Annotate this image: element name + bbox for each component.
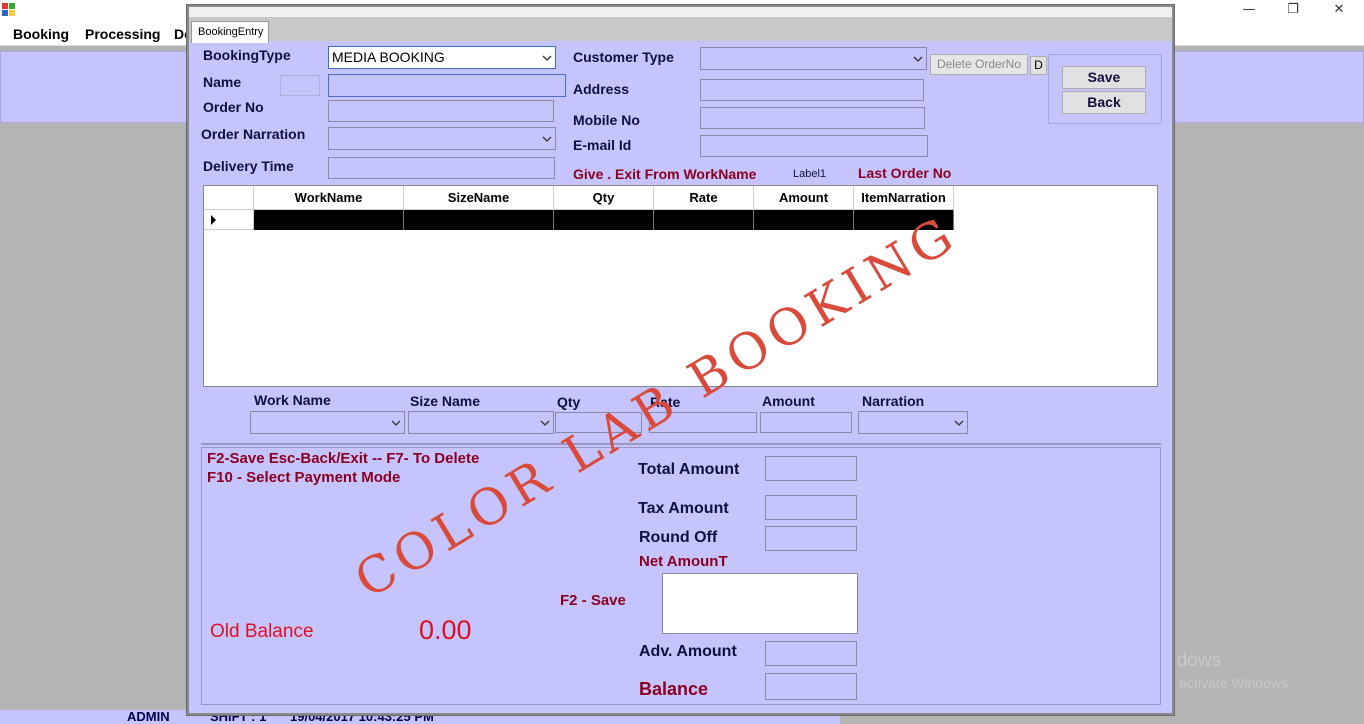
balance-label: Balance	[639, 679, 709, 699]
adv-amount-label: Adv. Amount	[639, 643, 737, 660]
total-amount-field[interactable]	[765, 456, 857, 481]
grid-header-rate[interactable]: Rate	[654, 186, 754, 210]
maximize-button[interactable]: ❐	[1270, 0, 1316, 22]
app-icon	[2, 3, 15, 16]
customer-type-select[interactable]	[700, 47, 927, 70]
order-no-input[interactable]	[328, 100, 554, 122]
grid-header-amount[interactable]: Amount	[754, 186, 854, 210]
shortcut-hint-1: F2-Save Esc-Back/Exit -- F7- To Delete	[207, 450, 480, 467]
chevron-down-icon[interactable]	[386, 412, 404, 433]
close-button[interactable]: ✕	[1316, 0, 1362, 22]
customer-type-label: Customer Type	[573, 49, 674, 65]
booking-type-value: MEDIA BOOKING	[332, 49, 445, 65]
section-divider	[201, 443, 1161, 445]
qty-label: Qty	[557, 394, 581, 410]
give-exit-hint: Give . Exit From WorkName	[573, 166, 757, 182]
round-off-label: Round Off	[639, 529, 718, 546]
mobile-input[interactable]	[700, 107, 925, 129]
order-no-label: Order No	[203, 99, 264, 115]
order-narration-label: Order Narration	[201, 126, 306, 142]
grid-cell[interactable]	[254, 210, 404, 230]
email-label: E-mail Id	[573, 137, 632, 153]
round-off-field[interactable]	[765, 526, 857, 551]
grid-header-workname[interactable]: WorkName	[254, 186, 404, 210]
chevron-down-icon[interactable]	[949, 412, 967, 433]
status-user: ADMIN	[127, 710, 170, 724]
grid-cell[interactable]	[654, 210, 754, 230]
grid-row-header-corner	[204, 186, 254, 210]
delete-order-no-button[interactable]: Delete OrderNo	[930, 54, 1028, 75]
grid-header-sizename[interactable]: SizeName	[404, 186, 554, 210]
grid-header-qty[interactable]: Qty	[554, 186, 654, 210]
address-label: Address	[573, 81, 630, 97]
back-button[interactable]: Back	[1062, 91, 1146, 114]
email-input[interactable]	[700, 135, 928, 157]
shortcut-hint-2: F10 - Select Payment Mode	[207, 469, 401, 486]
name-input[interactable]	[328, 74, 566, 97]
old-balance-label: Old Balance	[210, 621, 314, 642]
items-grid[interactable]: WorkName SizeName Qty Rate Amount ItemNa…	[203, 185, 1158, 387]
menu-processing[interactable]: Processing	[85, 26, 160, 42]
old-balance-value: 0.00	[419, 615, 472, 645]
amount-input[interactable]	[760, 412, 852, 433]
tax-amount-field[interactable]	[765, 495, 857, 520]
adv-amount-field[interactable]	[765, 641, 857, 666]
address-input[interactable]	[700, 79, 924, 101]
balance-field[interactable]	[765, 673, 857, 700]
amount-label: Amount	[762, 393, 815, 409]
size-name-select[interactable]	[408, 411, 554, 434]
d-button[interactable]: D	[1030, 56, 1047, 75]
label1: Label1	[793, 168, 827, 180]
grid-cell[interactable]	[754, 210, 854, 230]
menu-booking[interactable]: Booking	[13, 26, 69, 42]
chevron-down-icon[interactable]	[537, 47, 555, 68]
chevron-down-icon[interactable]	[908, 48, 926, 69]
tax-amount-label: Tax Amount	[638, 500, 729, 517]
chevron-down-icon[interactable]	[537, 128, 555, 149]
work-name-select[interactable]	[250, 411, 405, 434]
minimize-button[interactable]: —	[1226, 0, 1272, 22]
tab-strip	[189, 17, 1172, 41]
row-pointer-icon	[211, 215, 216, 225]
total-amount-label: Total Amount	[638, 461, 740, 478]
work-name-label: Work Name	[254, 392, 331, 408]
delivery-time-input[interactable]	[328, 157, 555, 179]
name-label: Name	[203, 74, 242, 90]
grid-cell[interactable]	[404, 210, 554, 230]
f2-save-hint: F2 - Save	[560, 592, 626, 609]
name-code-field[interactable]	[280, 75, 320, 96]
net-amount-label: Net AmounT	[639, 553, 728, 570]
chevron-down-icon[interactable]	[535, 412, 553, 433]
tab-booking-entry[interactable]: BookingEntry	[191, 21, 269, 43]
narration-label: Narration	[862, 393, 925, 409]
save-button[interactable]: Save	[1062, 66, 1146, 89]
size-name-label: Size Name	[410, 393, 481, 409]
delivery-time-label: Delivery Time	[203, 158, 294, 174]
form-titlebar	[189, 7, 1172, 17]
booking-type-label: BookingType	[203, 47, 291, 63]
net-amount-display[interactable]	[662, 573, 858, 634]
order-narration-select[interactable]	[328, 127, 556, 150]
narration-select[interactable]	[858, 411, 968, 434]
grid-row-selector[interactable]	[204, 210, 254, 230]
grid-cell[interactable]	[554, 210, 654, 230]
mobile-label: Mobile No	[573, 112, 640, 128]
last-order-no-label: Last Order No	[858, 165, 952, 181]
booking-type-select[interactable]: MEDIA BOOKING	[328, 46, 556, 69]
